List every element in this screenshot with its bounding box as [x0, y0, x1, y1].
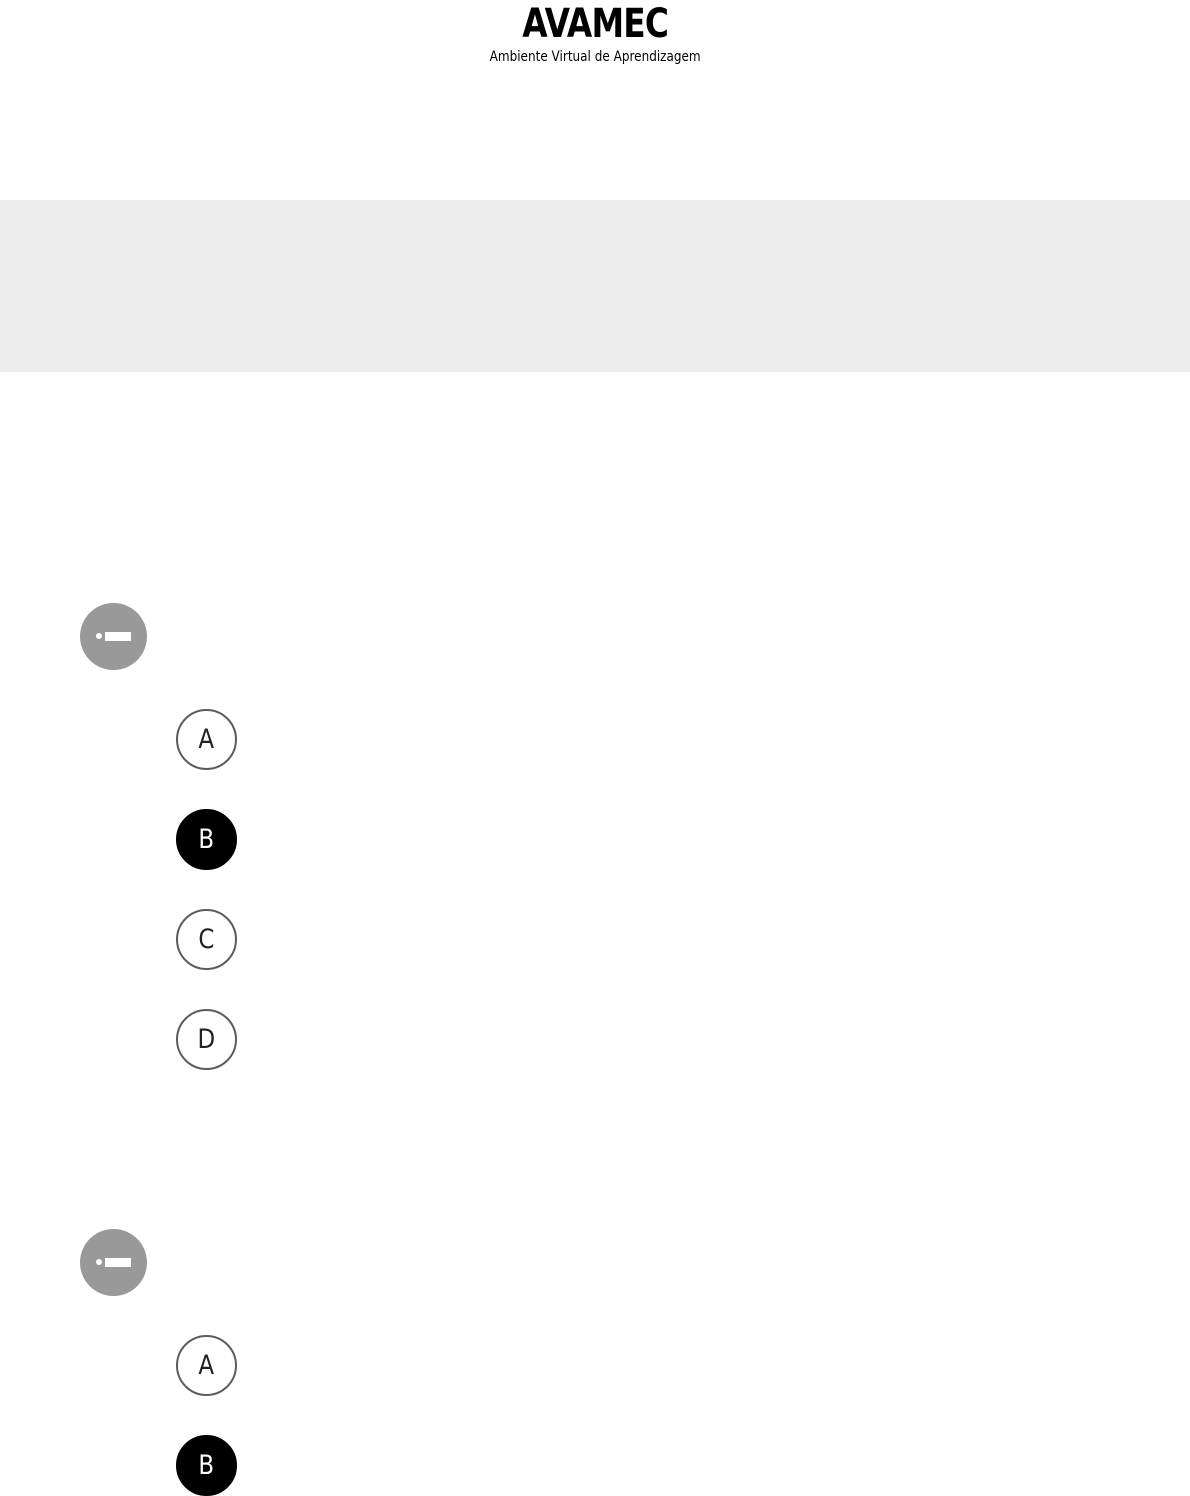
option-letter: A — [198, 1350, 215, 1381]
option-b[interactable]: B — [176, 1435, 237, 1496]
badge-dash — [105, 1258, 131, 1267]
banner — [0, 200, 1190, 372]
option-b[interactable]: B — [176, 809, 237, 870]
avamec-logo[interactable]: AVAMEC — [107, 2, 1083, 46]
option-letter: A — [198, 724, 215, 755]
option-a[interactable]: A — [176, 1335, 237, 1396]
question-marker-icon — [80, 603, 147, 670]
option-letter: B — [198, 1450, 215, 1481]
badge-dot — [96, 1259, 102, 1265]
header: AVAMEC Ambiente Virtual de Aprendizagem — [0, 0, 1190, 80]
question-marker-icon — [80, 1229, 147, 1296]
badge-dot — [96, 633, 102, 639]
option-a[interactable]: A — [176, 709, 237, 770]
option-letter: D — [197, 1024, 216, 1055]
option-d[interactable]: D — [176, 1009, 237, 1070]
logo-subtitle: Ambiente Virtual de Aprendizagem — [489, 49, 701, 65]
option-letter: C — [198, 924, 215, 955]
option-c[interactable]: C — [176, 909, 237, 970]
option-letter: B — [198, 824, 215, 855]
badge-dash — [105, 632, 131, 641]
